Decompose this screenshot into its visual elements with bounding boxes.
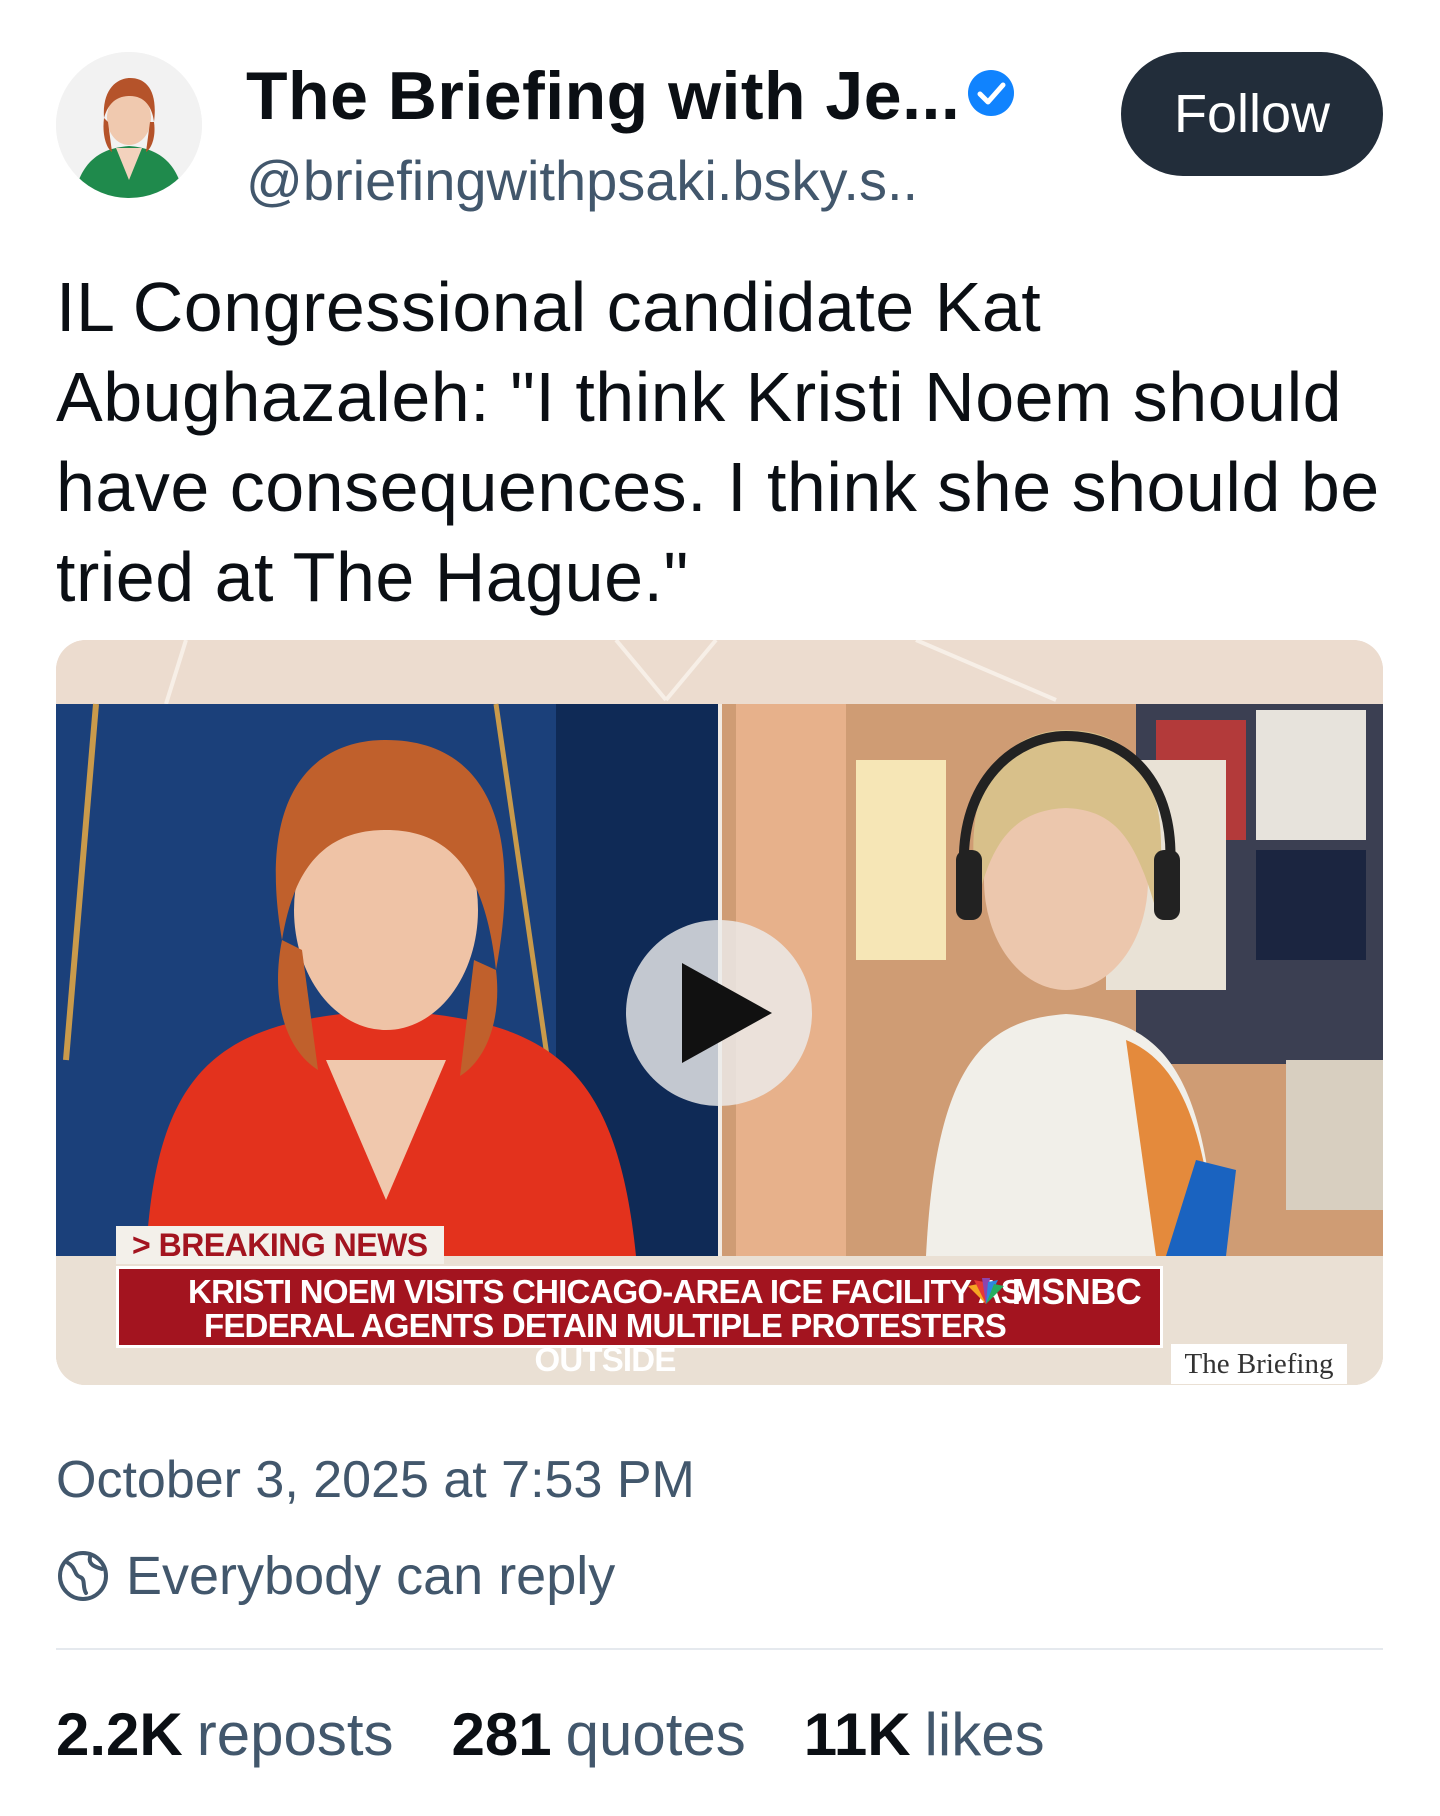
- likes-count: 11K: [803, 1701, 911, 1768]
- play-icon: [682, 963, 772, 1063]
- globe-icon: [58, 1551, 108, 1601]
- post-timestamp: October 3, 2025 at 7:53 PM: [56, 1451, 695, 1509]
- likes-stat[interactable]: 11K likes: [804, 1700, 1045, 1769]
- engagement-stats: 2.2K reposts 281 quotes 11K likes: [56, 1700, 1103, 1769]
- display-name[interactable]: The Briefing with Je...: [246, 57, 960, 135]
- divider: [56, 1648, 1383, 1650]
- quotes-stat[interactable]: 281 quotes: [452, 1700, 746, 1769]
- author-name-row[interactable]: The Briefing with Je...: [246, 57, 1016, 135]
- play-button[interactable]: [626, 920, 812, 1106]
- network-logo: MSNBC: [945, 1269, 1160, 1315]
- show-name: The Briefing: [1171, 1344, 1347, 1384]
- peacock-logo-icon: [967, 1278, 1004, 1304]
- reply-setting: Everybody can reply: [56, 1545, 615, 1607]
- verified-badge-icon: [968, 70, 1015, 116]
- reposts-count: 2.2K: [56, 1701, 183, 1768]
- post-detail: The Briefing with Je... @briefingwithpsa…: [0, 0, 1440, 1816]
- network-name: MSNBC: [1011, 1271, 1142, 1312]
- reposts-label: reposts: [196, 1701, 394, 1768]
- avatar[interactable]: [56, 52, 202, 198]
- breaking-news-tag: > BREAKING NEWS: [116, 1226, 444, 1264]
- quotes-count: 281: [451, 1701, 552, 1768]
- follow-button[interactable]: Follow: [1121, 52, 1383, 176]
- likes-label: likes: [924, 1701, 1045, 1768]
- chyron-headline: KRISTI NOEM VISITS CHICAGO-AREA ICE FACI…: [188, 1273, 1023, 1378]
- video-embed[interactable]: > BREAKING NEWS KRISTI NOEM VISITS CHICA…: [56, 640, 1383, 1385]
- reply-setting-label: Everybody can reply: [126, 1546, 616, 1606]
- avatar-photo: [56, 52, 202, 198]
- news-chyron: KRISTI NOEM VISITS CHICAGO-AREA ICE FACI…: [116, 1266, 1163, 1377]
- author-handle[interactable]: @briefingwithpsaki.bsky.s..: [246, 148, 918, 213]
- reposts-stat[interactable]: 2.2K reposts: [56, 1700, 394, 1769]
- quotes-label: quotes: [565, 1701, 746, 1768]
- post-text: IL Congressional candidate Kat Abughazal…: [56, 268, 1380, 616]
